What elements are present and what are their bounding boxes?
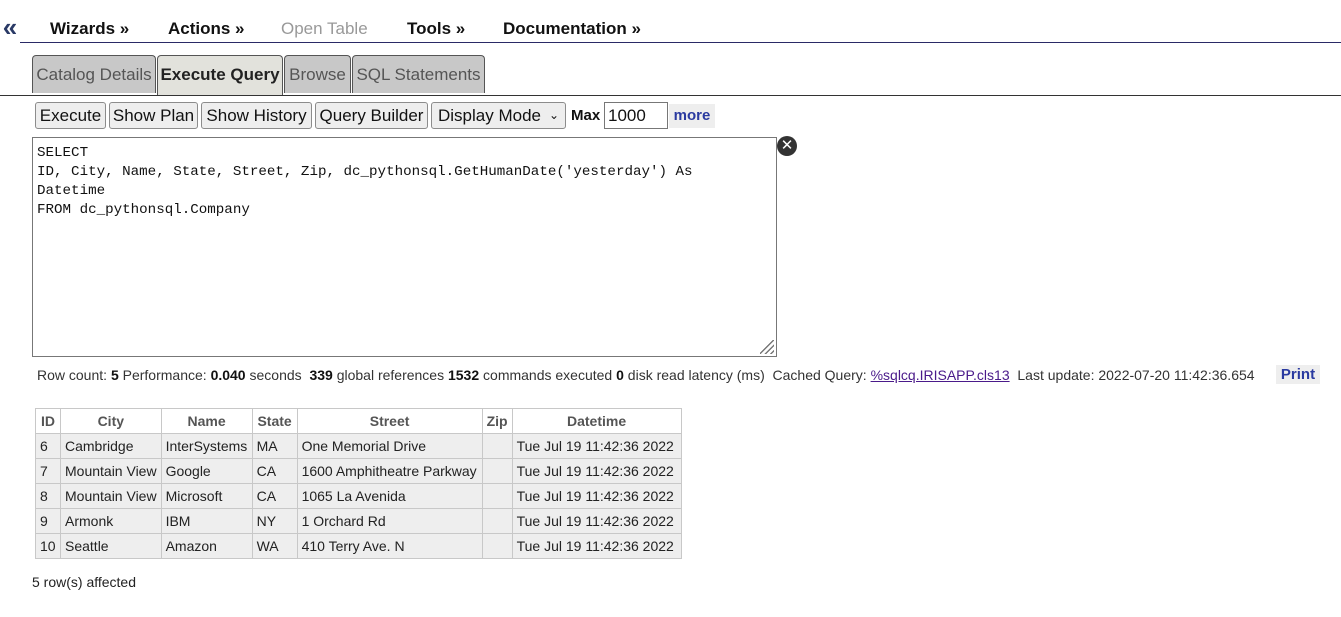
more-link[interactable]: more xyxy=(669,104,715,128)
cell-name: Microsoft xyxy=(160,483,253,509)
rows-affected-text: 5 row(s) affected xyxy=(32,574,137,590)
performance-value: 0.040 xyxy=(210,367,246,383)
execute-button[interactable]: Execute xyxy=(35,102,106,129)
collapse-menu-icon[interactable]: « xyxy=(0,14,20,40)
cell-state: CA xyxy=(251,458,298,484)
cell-datetime: Tue Jul 19 11:42:36 2022 xyxy=(511,458,682,484)
table-header-row: ID City Name State Street Zip Datetime xyxy=(35,408,682,434)
resize-handle-icon[interactable] xyxy=(760,340,774,354)
cell-name: IBM xyxy=(160,508,253,534)
cell-city: Cambridge xyxy=(60,433,162,459)
query-builder-button[interactable]: Query Builder xyxy=(315,102,428,129)
seconds-label: seconds xyxy=(249,367,302,383)
cell-zip xyxy=(481,433,513,459)
cell-zip xyxy=(481,533,513,559)
cell-street: 1 Orchard Rd xyxy=(296,508,483,534)
menu-wizards[interactable]: Wizards » xyxy=(50,19,129,39)
menu-documentation[interactable]: Documentation » xyxy=(503,19,641,39)
cell-state: NY xyxy=(251,508,298,534)
column-header-name[interactable]: Name xyxy=(160,408,253,434)
cell-id: 7 xyxy=(35,458,61,484)
cell-datetime: Tue Jul 19 11:42:36 2022 xyxy=(511,533,682,559)
display-mode-select[interactable]: Display Mode ⌄ xyxy=(431,102,566,129)
table-row: 10 Seattle Amazon WA 410 Terry Ave. N Tu… xyxy=(35,533,682,559)
cell-name: InterSystems xyxy=(160,433,253,459)
column-header-street[interactable]: Street xyxy=(296,408,483,434)
last-update-value: 2022-07-20 11:42:36.654 xyxy=(1098,367,1255,383)
table-row: 6 Cambridge InterSystems MA One Memorial… xyxy=(35,433,682,459)
table-row: 9 Armonk IBM NY 1 Orchard Rd Tue Jul 19 … xyxy=(35,508,682,534)
chevron-down-icon: ⌄ xyxy=(548,108,559,122)
cached-query-link[interactable]: %sqlcq.IRISAPP.cls13 xyxy=(871,367,1010,383)
cell-street: 1600 Amphitheatre Parkway xyxy=(296,458,483,484)
max-rows-label: Max xyxy=(571,107,601,124)
max-rows-input[interactable] xyxy=(604,102,668,129)
tab-catalog-details[interactable]: Catalog Details xyxy=(32,55,156,93)
cell-datetime: Tue Jul 19 11:42:36 2022 xyxy=(511,433,682,459)
cell-city: Mountain View xyxy=(60,483,162,509)
global-refs-value: 339 xyxy=(309,367,333,383)
tab-execute-query[interactable]: Execute Query xyxy=(157,55,283,95)
query-textarea[interactable]: SELECT ID, City, Name, State, Street, Zi… xyxy=(32,137,777,357)
cell-state: MA xyxy=(251,433,298,459)
query-text: SELECT ID, City, Name, State, Street, Zi… xyxy=(37,145,693,218)
row-count-value: 5 xyxy=(110,367,119,383)
cell-zip xyxy=(481,458,513,484)
tab-sql-statements[interactable]: SQL Statements xyxy=(352,55,485,93)
column-header-city[interactable]: City xyxy=(60,408,162,434)
table-row: 8 Mountain View Microsoft CA 1065 La Ave… xyxy=(35,483,682,509)
cell-id: 6 xyxy=(35,433,61,459)
commands-value: 1532 xyxy=(447,367,480,383)
cached-query-label: Cached Query: xyxy=(772,367,867,383)
results-table: ID City Name State Street Zip Datetime 6… xyxy=(35,408,682,559)
table-row: 7 Mountain View Google CA 1600 Amphithea… xyxy=(35,458,682,484)
query-stats: Row count: 5 Performance: 0.040 seconds … xyxy=(37,366,1255,384)
top-menu-bar: Wizards » Actions » Open Table Tools » D… xyxy=(20,14,1341,43)
cell-city: Seattle xyxy=(60,533,162,559)
cell-street: One Memorial Drive xyxy=(296,433,483,459)
cell-state: WA xyxy=(251,533,298,559)
column-header-id[interactable]: ID xyxy=(35,408,61,434)
show-plan-button[interactable]: Show Plan xyxy=(109,102,198,129)
cell-zip xyxy=(481,508,513,534)
clear-query-icon[interactable]: ✕ xyxy=(777,136,797,156)
cell-zip xyxy=(481,483,513,509)
disk-latency-value: 0 xyxy=(616,367,624,383)
menu-actions[interactable]: Actions » xyxy=(168,19,245,39)
display-mode-value: Display Mode xyxy=(438,106,541,125)
cell-city: Armonk xyxy=(60,508,162,534)
column-header-state[interactable]: State xyxy=(251,408,298,434)
cell-city: Mountain View xyxy=(60,458,162,484)
column-header-datetime[interactable]: Datetime xyxy=(511,408,682,434)
column-header-zip[interactable]: Zip xyxy=(481,408,513,434)
print-button[interactable]: Print xyxy=(1276,365,1320,384)
cell-street: 410 Terry Ave. N xyxy=(296,533,483,559)
show-history-button[interactable]: Show History xyxy=(201,102,312,129)
global-refs-label: global references xyxy=(336,367,445,383)
last-update-label: Last update: xyxy=(1017,367,1095,383)
cell-datetime: Tue Jul 19 11:42:36 2022 xyxy=(511,483,682,509)
cell-street: 1065 La Avenida xyxy=(296,483,483,509)
menu-tools[interactable]: Tools » xyxy=(407,19,465,39)
cell-datetime: Tue Jul 19 11:42:36 2022 xyxy=(511,508,682,534)
cell-id: 9 xyxy=(35,508,61,534)
cell-name: Amazon xyxy=(160,533,253,559)
cell-id: 10 xyxy=(35,533,61,559)
cell-name: Google xyxy=(160,458,253,484)
cell-id: 8 xyxy=(35,483,61,509)
menu-open-table: Open Table xyxy=(281,19,368,38)
row-count-label: Row count: xyxy=(37,367,108,383)
disk-latency-label: disk read latency (ms) xyxy=(627,367,765,383)
tab-bar: Catalog Details Execute Query Browse SQL… xyxy=(0,55,1341,96)
commands-label: commands executed xyxy=(483,367,613,383)
cell-state: CA xyxy=(251,483,298,509)
performance-label: Performance: xyxy=(122,367,207,383)
tab-browse[interactable]: Browse xyxy=(284,55,351,93)
